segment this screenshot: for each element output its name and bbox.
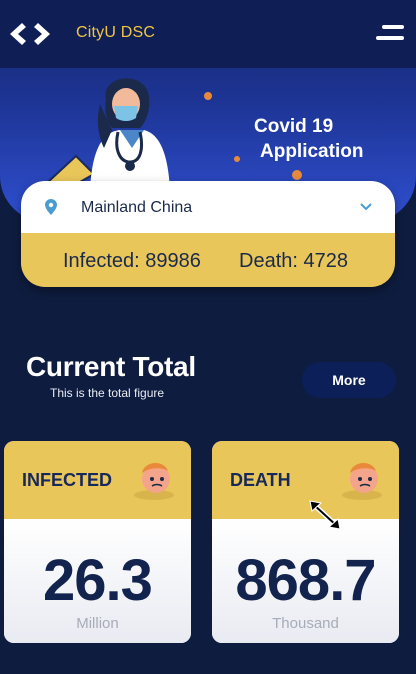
- app-title: CityU DSC: [76, 24, 156, 41]
- card-header: DEATH: [212, 441, 399, 519]
- hero-title: Covid 19 Application: [254, 114, 363, 164]
- card-value: 26.3: [43, 548, 153, 613]
- card-label: INFECTED: [22, 470, 112, 490]
- current-total-title: Current Total: [26, 351, 196, 382]
- code-brackets-icon[interactable]: [8, 20, 52, 48]
- infected-count: Infected: 89986: [63, 250, 201, 272]
- virus-particle: [234, 156, 240, 162]
- card-label: DEATH: [230, 470, 291, 490]
- infected-card[interactable]: INFECTED 26.3 Million: [4, 441, 191, 643]
- death-count: Death: 4728: [239, 250, 348, 272]
- virus-particle: [292, 170, 302, 180]
- card-unit: Million: [76, 615, 119, 632]
- hero-title-line1: Covid 19: [254, 116, 334, 137]
- top-bar: CityU DSC: [0, 0, 416, 68]
- card-body: 868.7 Thousand: [212, 519, 399, 643]
- location-card: Mainland China Infected: 89986 Death: 47…: [21, 181, 395, 287]
- virus-particle: [204, 92, 212, 100]
- resize-cursor-icon: [309, 500, 341, 530]
- card-body: 26.3 Million: [4, 519, 191, 643]
- location-stats: Infected: 89986 Death: 4728: [21, 233, 395, 287]
- location-name: Mainland China: [81, 199, 193, 216]
- location-dropdown[interactable]: Mainland China: [21, 181, 395, 233]
- doctor-illustration: [46, 78, 170, 190]
- chevron-down-icon: [360, 203, 372, 211]
- location-pin-icon: [45, 199, 57, 215]
- hamburger-menu-icon[interactable]: [374, 22, 404, 46]
- card-unit: Thousand: [272, 615, 339, 632]
- current-total-subtitle: This is the total figure: [50, 386, 165, 400]
- death-card[interactable]: DEATH 868.7 Thousand: [212, 441, 399, 643]
- sick-face-icon: [134, 462, 174, 500]
- more-button[interactable]: More: [302, 362, 396, 398]
- card-header: INFECTED: [4, 441, 191, 519]
- hero-title-line2: Application: [260, 141, 364, 162]
- card-value: 868.7: [235, 548, 376, 613]
- sick-face-icon: [342, 462, 382, 500]
- app-screen: CityU DSC Covid 19 Application Mainland …: [0, 0, 416, 674]
